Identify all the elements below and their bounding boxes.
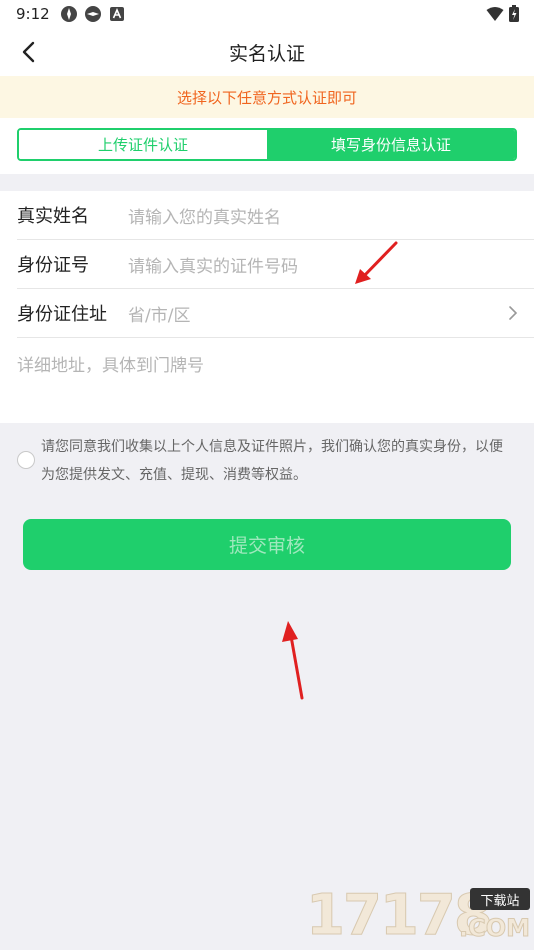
- name-input[interactable]: 请输入您的真实姓名: [128, 203, 281, 228]
- app-notification-icon: [84, 6, 101, 22]
- watermark-logo: 17178 下载站 .COM: [306, 883, 531, 949]
- agreement-radio[interactable]: [17, 451, 35, 469]
- detail-address-input[interactable]: 详细地址，具体到门牌号: [17, 351, 204, 376]
- status-right: [486, 5, 520, 23]
- chevron-left-icon: [22, 41, 35, 63]
- a-badge-icon: [109, 7, 124, 21]
- identity-form: 真实姓名 请输入您的真实姓名 身份证号 请输入真实的证件号码 身份证住址 省/市…: [0, 191, 534, 423]
- nav-bar: 实名认证: [0, 28, 534, 76]
- watermark-badge: 下载站: [470, 888, 530, 910]
- tab-fill-identity[interactable]: 填写身份信息认证: [267, 130, 515, 159]
- address-row[interactable]: 身份证住址 省/市/区: [17, 289, 534, 338]
- tab-upload-document[interactable]: 上传证件认证: [19, 130, 267, 159]
- app-notification-icon: [60, 6, 77, 22]
- id-number-input[interactable]: 请输入真实的证件号码: [128, 252, 298, 277]
- status-time: 9:12: [16, 5, 50, 23]
- auth-method-tabs: 上传证件认证 填写身份信息认证: [17, 128, 517, 161]
- address-label: 身份证住址: [17, 304, 107, 325]
- watermark-suffix: .COM: [458, 914, 530, 943]
- red-arrow-icon: [355, 241, 398, 284]
- agreement-text: 请您同意我们收集以上个人信息及证件照片，我们确认您的真实身份，以便为您提供发文、…: [41, 439, 503, 483]
- id-number-row: 身份证号 请输入真实的证件号码: [17, 240, 534, 289]
- wifi-icon: [486, 7, 504, 21]
- id-number-label: 身份证号: [17, 255, 89, 276]
- name-label: 真实姓名: [17, 206, 89, 227]
- agreement-section: 请您同意我们收集以上个人信息及证件照片，我们确认您的真实身份，以便为您提供发文、…: [0, 423, 534, 493]
- name-row: 真实姓名 请输入您的真实姓名: [17, 191, 534, 240]
- battery-icon: [509, 5, 519, 22]
- page-title: 实名认证: [228, 42, 305, 65]
- status-bar: 9:12: [0, 0, 534, 28]
- chevron-right-icon: [509, 306, 518, 320]
- notice-banner: 选择以下任意方式认证即可: [0, 76, 534, 118]
- submit-button[interactable]: 提交审核: [23, 519, 511, 570]
- back-button[interactable]: [10, 34, 46, 70]
- red-arrow-icon: [282, 621, 304, 700]
- tabs-section: 上传证件认证 填写身份信息认证: [0, 118, 534, 174]
- region-picker[interactable]: 省/市/区: [128, 301, 190, 326]
